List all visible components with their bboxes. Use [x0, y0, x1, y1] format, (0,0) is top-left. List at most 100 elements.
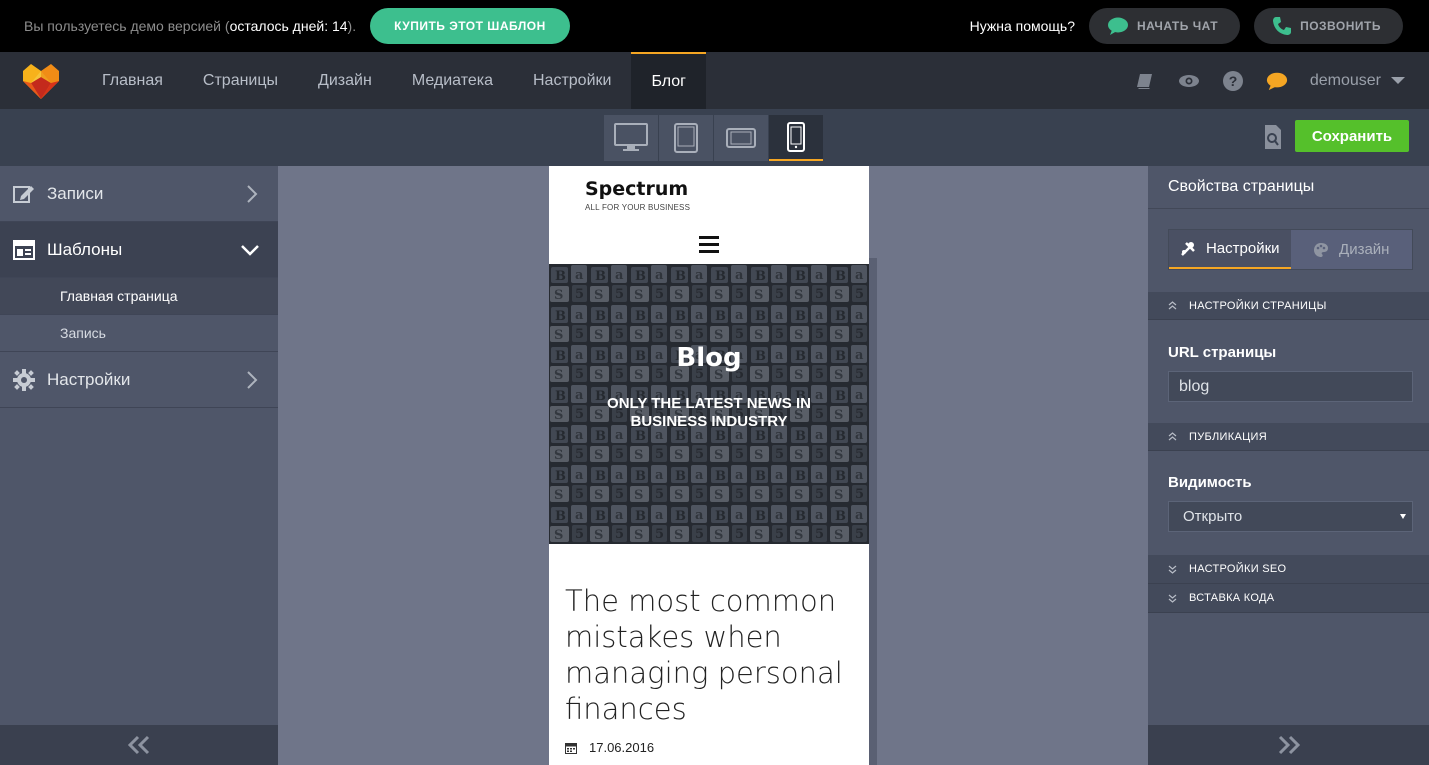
post-date: 17.06.2016: [565, 740, 654, 755]
edit-icon: [12, 182, 36, 206]
url-label: URL страницы: [1168, 344, 1277, 361]
section-page-settings[interactable]: НАСТРОЙКИ СТРАНИЦЫ: [1148, 292, 1429, 320]
nav-settings[interactable]: Настройки: [513, 52, 631, 109]
demo-suffix: ).: [347, 18, 357, 34]
start-chat-label: НАЧАТЬ ЧАТ: [1137, 19, 1219, 33]
svg-text:?: ?: [1229, 73, 1238, 89]
visibility-label: Видимость: [1168, 474, 1252, 491]
sidebar-item-posts[interactable]: Записи: [0, 166, 278, 222]
start-chat-button[interactable]: НАЧАТЬ ЧАТ: [1089, 8, 1241, 44]
smartphone-icon: [787, 122, 805, 152]
collapse-right-panel-button[interactable]: [1148, 725, 1429, 765]
demo-banner: Вы пользуетесь демо версией (осталось дн…: [0, 0, 1429, 52]
chevron-right-icon: [247, 371, 258, 389]
chat-bubble-icon: [1108, 17, 1129, 35]
chevron-right-icon: [247, 185, 258, 203]
nav-pages[interactable]: Страницы: [183, 52, 298, 109]
main-nav: Главная Страницы Дизайн Медиатека Настро…: [0, 52, 1429, 109]
call-label: ПОЗВОНИТЬ: [1300, 19, 1381, 33]
save-button[interactable]: Сохранить: [1295, 120, 1409, 152]
chevron-down-icon: [1168, 565, 1177, 574]
hero-banner: B a S 5 Blog ONLY THE LATEST NEWS IN BUS…: [549, 264, 869, 544]
calendar-icon: [565, 742, 577, 754]
username: demouser: [1309, 71, 1381, 89]
palette-icon: [1314, 242, 1329, 257]
page-preview-icon[interactable]: [1263, 124, 1283, 150]
collapse-left-panel-button[interactable]: [0, 725, 278, 765]
app-logo[interactable]: [0, 52, 82, 109]
section-code-insert[interactable]: ВСТАВКА КОДА: [1148, 584, 1429, 613]
section-page-settings-label: НАСТРОЙКИ СТРАНИЦЫ: [1189, 299, 1327, 312]
section-code-insert-label: ВСТАВКА КОДА: [1189, 592, 1275, 604]
section-seo-label: НАСТРОЙКИ SEO: [1189, 563, 1287, 575]
device-desktop-button[interactable]: [604, 115, 658, 161]
post-title[interactable]: The most common mistakes when managing p…: [565, 583, 855, 727]
nav-home[interactable]: Главная: [82, 52, 183, 109]
book-icon[interactable]: [1134, 70, 1156, 92]
help-label: Нужна помощь?: [969, 18, 1076, 34]
site-brand[interactable]: Spectrum: [585, 178, 688, 200]
device-tablet-landscape-button[interactable]: [714, 115, 768, 161]
chevron-down-icon: [241, 245, 259, 256]
tab-design-label: Дизайн: [1339, 241, 1390, 258]
dropdown-arrow-icon: [1400, 514, 1406, 519]
user-menu[interactable]: demouser: [1310, 72, 1405, 90]
page-properties-title: Свойства страницы: [1148, 166, 1429, 209]
visibility-value: Открыто: [1183, 508, 1243, 525]
properties-tabs: Настройки Дизайн: [1168, 229, 1413, 270]
mobile-preview: Spectrum ALL FOR YOUR BUSINESS B a S 5: [549, 166, 869, 765]
sidebar-item-label: Настройки: [47, 369, 131, 389]
preview-scrollbar[interactable]: [868, 258, 877, 765]
chat-icon[interactable]: [1266, 70, 1288, 92]
tab-design[interactable]: Дизайн: [1290, 230, 1412, 269]
url-input[interactable]: blog: [1168, 371, 1413, 402]
desktop-icon: [614, 123, 648, 151]
visibility-select[interactable]: Открыто: [1168, 501, 1413, 532]
sidebar-item-settings[interactable]: Настройки: [0, 352, 278, 408]
device-switcher: [604, 115, 824, 161]
nav-media[interactable]: Медиатека: [392, 52, 513, 109]
tab-settings[interactable]: Настройки: [1169, 230, 1291, 269]
heart-logo-icon: [23, 63, 59, 99]
buy-template-button[interactable]: КУПИТЬ ЭТОТ ШАБЛОН: [370, 8, 570, 44]
editor-toolbar: Сохранить: [0, 109, 1429, 166]
section-publication[interactable]: ПУБЛИКАЦИЯ: [1148, 423, 1429, 451]
tools-icon: [1181, 241, 1195, 256]
nav-blog[interactable]: Блог: [631, 52, 707, 109]
tab-settings-label: Настройки: [1205, 240, 1280, 257]
sidebar-item-label: Шаблоны: [47, 239, 123, 259]
phone-icon: [1273, 17, 1292, 35]
tablet-icon: [674, 123, 698, 153]
help-icon[interactable]: ?: [1222, 70, 1244, 92]
chevron-down-icon: [1391, 77, 1405, 84]
template-icon: [12, 238, 36, 262]
double-chevron-left-icon: [127, 735, 150, 755]
chevron-up-icon: [1168, 301, 1177, 310]
call-button[interactable]: ПОЗВОНИТЬ: [1254, 8, 1403, 44]
hero-subtitle: ONLY THE LATEST NEWS IN BUSINESS INDUSTR…: [607, 395, 811, 430]
post-date-value: 17.06.2016: [589, 740, 655, 755]
sidebar-item-templates[interactable]: Шаблоны: [0, 222, 278, 278]
demo-prefix: Вы пользуетесь демо версией (: [24, 18, 230, 34]
eye-icon[interactable]: [1178, 70, 1200, 92]
left-sidebar: Записи Шаблоны Главная страница Запись Н…: [0, 166, 278, 765]
site-tagline: ALL FOR YOUR BUSINESS: [585, 203, 691, 212]
hero-title: Blog: [676, 343, 742, 373]
section-publication-label: ПУБЛИКАЦИЯ: [1189, 430, 1267, 443]
device-tablet-button[interactable]: [659, 115, 713, 161]
chevron-up-icon: [1168, 432, 1177, 441]
right-sidebar: Свойства страницы Настройки Дизайн НАСТР…: [1148, 166, 1429, 765]
tablet-landscape-icon: [726, 128, 756, 148]
hamburger-menu-icon[interactable]: [699, 236, 719, 257]
sidebar-subitem-post[interactable]: Запись: [0, 315, 278, 352]
nav-design[interactable]: Дизайн: [298, 52, 392, 109]
sidebar-subitem-home-page[interactable]: Главная страница: [0, 278, 278, 315]
demo-notice: Вы пользуетесь демо версией (осталось дн…: [24, 18, 356, 34]
gear-icon: [12, 368, 36, 392]
demo-days: осталось дней: 14: [229, 18, 348, 34]
section-seo[interactable]: НАСТРОЙКИ SEO: [1148, 555, 1429, 584]
chevron-down-icon: [1168, 594, 1177, 603]
device-phone-button[interactable]: [769, 115, 823, 161]
double-chevron-right-icon: [1278, 735, 1300, 755]
sidebar-item-label: Записи: [47, 183, 104, 203]
